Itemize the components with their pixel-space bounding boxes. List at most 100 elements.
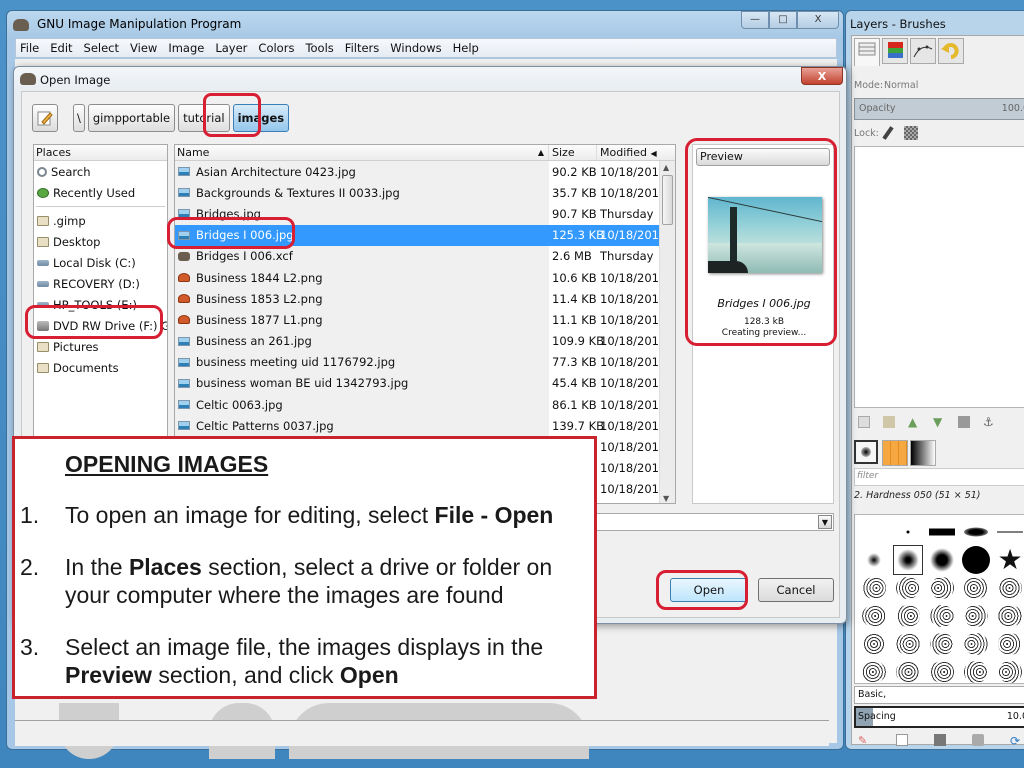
tab-undo-history[interactable] [938,38,964,64]
menu-tools[interactable]: Tools [305,41,333,55]
tab-brushes[interactable] [854,440,878,464]
column-size[interactable]: Size [549,145,597,160]
file-row[interactable]: Business 1844 L2.png 10.6 KB 10/18/2012 [175,266,675,289]
brush-filter-input[interactable]: filter [854,468,1024,486]
cancel-button[interactable]: Cancel [758,578,834,602]
brush-swatch[interactable] [961,657,991,687]
new-brush-icon[interactable] [896,734,908,746]
brush-swatch[interactable] [995,657,1024,687]
menu-windows[interactable]: Windows [390,41,441,55]
place-item[interactable]: Pictures [34,336,167,357]
brush-swatch[interactable] [961,517,991,547]
tab-paths[interactable] [910,38,936,64]
file-row[interactable]: Asian Architecture 0423.jpg 90.2 KB 10/18/… [175,161,675,183]
brush-tag-field[interactable]: Basic, [854,686,1024,704]
type-location-button[interactable] [32,104,58,132]
chevron-down-icon[interactable]: ▼ [818,515,832,529]
tab-patterns[interactable] [882,440,908,466]
menu-layer[interactable]: Layer [215,41,247,55]
brush-swatch[interactable]: ★ [995,545,1024,575]
file-row[interactable]: Business an 261.jpg 109.9 KB 10/18/2012 [175,330,675,352]
new-layer-icon[interactable] [858,416,870,428]
column-name[interactable]: Name ▲ [175,145,549,160]
menu-image[interactable]: Image [168,41,204,55]
place-item[interactable]: Desktop [34,231,167,252]
mode-select[interactable]: Normal [884,80,918,91]
column-modified[interactable]: Modified ◀ [597,145,659,160]
place-item[interactable]: Search [34,161,167,182]
brush-swatch[interactable] [961,601,991,631]
maximize-button[interactable]: □ [769,11,797,29]
opacity-slider[interactable]: Opacity 100.0 [854,98,1024,120]
brush-swatch[interactable] [859,573,889,603]
scrollbar-thumb[interactable] [662,175,673,225]
delete-brush-icon[interactable] [972,734,984,746]
brush-swatch[interactable] [927,657,957,687]
menu-help[interactable]: Help [453,41,479,55]
menu-colors[interactable]: Colors [258,41,294,55]
brush-swatch[interactable] [927,629,957,659]
brush-swatch[interactable] [893,545,923,575]
edit-brush-icon[interactable]: ✎ [858,734,870,747]
file-row[interactable]: Bridges I 006.xcf 2.6 MB Thursday [175,245,675,267]
brush-swatch[interactable] [893,601,923,631]
crumb-root[interactable]: \ [73,104,85,132]
brush-swatch[interactable] [961,629,991,659]
brush-swatch[interactable] [859,629,889,659]
duplicate-brush-icon[interactable] [934,734,946,746]
brush-swatch[interactable] [995,601,1024,631]
menu-file[interactable]: File [20,41,39,55]
file-row[interactable]: Bridges.jpg 90.7 KB Thursday [175,203,675,225]
file-row[interactable]: business meeting uid 1176792.jpg 77.3 KB 1… [175,351,675,373]
brush-swatch[interactable] [995,629,1024,659]
place-item[interactable]: DVD RW Drive (F:) GI... [34,315,167,336]
brush-swatch[interactable] [927,545,957,575]
brush-swatch[interactable] [927,573,957,603]
brush-swatch[interactable] [893,517,923,547]
layers-list[interactable] [854,146,1024,408]
spacing-slider[interactable]: Spacing 10.0 [854,706,1024,728]
file-row[interactable]: Business 1877 L1.png 11.1 KB 10/18/2012 [175,309,675,331]
menu-edit[interactable]: Edit [50,41,72,55]
dialog-close-button[interactable]: X [801,67,843,85]
crumb-tutorial[interactable]: tutorial [178,104,230,132]
refresh-brushes-icon[interactable]: ⟳ [1010,734,1022,748]
menu-view[interactable]: View [130,41,157,55]
brush-swatch[interactable] [893,629,923,659]
brush-swatch[interactable] [893,657,923,687]
brush-swatch[interactable] [995,573,1024,603]
file-row[interactable]: Business 1853 L2.png 11.4 KB 10/18/2012 [175,288,675,310]
brush-swatch[interactable] [859,545,889,575]
brush-swatch[interactable] [961,545,991,575]
file-list-scrollbar[interactable]: ▲ ▼ [659,161,675,503]
crumb-gimpportable[interactable]: gimpportable [87,104,176,132]
anchor-layer-icon[interactable]: ⚓ [983,416,995,428]
new-layer-group-icon[interactable] [883,416,895,428]
brush-swatch[interactable] [859,517,889,547]
duplicate-layer-icon[interactable] [958,416,970,428]
brush-swatch[interactable] [927,601,957,631]
tab-gradients[interactable] [910,440,936,466]
brush-swatch[interactable] [961,573,991,603]
open-button[interactable]: Open [670,578,748,602]
lock-pixels-icon[interactable] [882,126,894,140]
brush-grid[interactable]: ★ [854,514,1024,684]
lock-alpha-icon[interactable] [904,126,918,140]
brush-swatch[interactable] [893,573,923,603]
scroll-down-icon[interactable]: ▼ [663,494,669,503]
place-item[interactable]: Recently Used [34,182,167,203]
menu-filters[interactable]: Filters [345,41,379,55]
place-item[interactable]: HP_TOOLS (E:) [34,294,167,315]
close-button[interactable]: X [797,11,839,29]
lower-layer-icon[interactable]: ▼ [933,416,945,428]
brush-swatch[interactable] [927,517,957,547]
tab-channels[interactable] [882,38,908,64]
tab-layers[interactable] [854,38,880,66]
place-item[interactable]: Local Disk (C:) [34,252,167,273]
place-item[interactable]: RECOVERY (D:) [34,273,167,294]
brush-swatch[interactable] [859,601,889,631]
file-row[interactable]: Celtic 0063.jpg 86.1 KB 10/18/2012 [175,394,675,416]
menu-select[interactable]: Select [84,41,119,55]
file-row[interactable]: Celtic Patterns 0037.jpg 139.7 KB 10/18/20… [175,415,675,437]
file-row[interactable]: business woman BE uid 1342793.jpg 45.4 KB… [175,372,675,395]
